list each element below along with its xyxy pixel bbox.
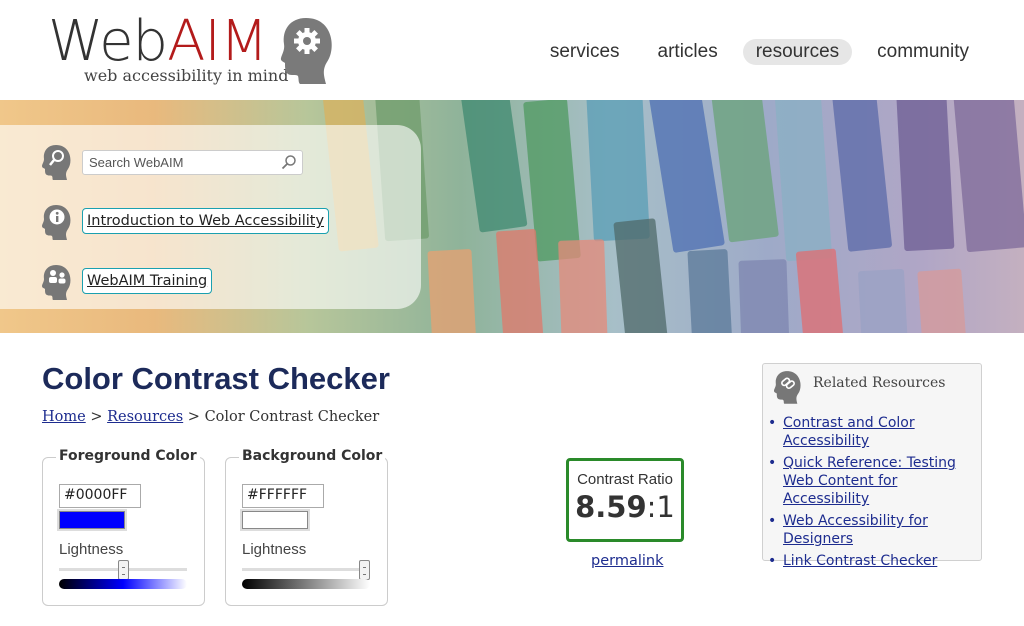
banner-book: [895, 100, 955, 252]
list-item: Contrast and Color Accessibility: [768, 414, 978, 450]
nav-articles[interactable]: articles: [645, 39, 731, 65]
hero-banner: Search WebAIM Introduction to Web Access…: [0, 100, 1024, 333]
related-resources-list: Contrast and Color Accessibility Quick R…: [768, 414, 978, 574]
banner-book: [857, 268, 909, 333]
foreground-hex-input[interactable]: #0000FF: [59, 484, 141, 508]
banner-book: [738, 259, 790, 333]
contrast-ratio-box: Contrast Ratio 8.59:1: [566, 458, 684, 542]
breadcrumb-separator: >: [187, 409, 200, 425]
search-input[interactable]: Search WebAIM: [82, 150, 303, 175]
banner-book: [613, 218, 669, 333]
foreground-lightness-label: Lightness: [59, 541, 124, 558]
nav-resources[interactable]: resources: [742, 39, 853, 65]
background-lightness-label: Lightness: [242, 541, 307, 558]
related-link[interactable]: Link Contrast Checker: [783, 553, 937, 569]
page-title: Color Contrast Checker: [42, 361, 390, 396]
list-item: Link Contrast Checker: [768, 552, 978, 570]
info-head-icon: [42, 205, 71, 240]
related-resources: Related Resources Contrast and Color Acc…: [762, 363, 982, 570]
banner-book: [647, 100, 725, 254]
breadcrumb-home[interactable]: Home: [42, 409, 86, 425]
logo-aim: AIM: [167, 9, 268, 74]
banner-book: [460, 100, 528, 233]
search-head-icon: [42, 145, 71, 180]
link-head-icon: [774, 371, 801, 404]
head-gear-icon: [280, 18, 332, 84]
foreground-lightness-slider[interactable]: [117, 560, 129, 580]
intro-link[interactable]: Introduction to Web Accessibility: [82, 208, 330, 234]
nav-services[interactable]: services: [537, 39, 633, 65]
contrast-ratio-number: 8.59: [575, 490, 647, 524]
background-hex-input[interactable]: #FFFFFF: [242, 484, 324, 508]
breadcrumb-current: Color Contrast Checker: [204, 409, 380, 425]
training-link[interactable]: WebAIM Training: [82, 268, 213, 294]
search-icon[interactable]: [281, 154, 297, 170]
related-link[interactable]: Web Accessibility for Designers: [783, 513, 928, 547]
banner-book: [558, 239, 608, 333]
webaim-logo[interactable]: WebAIM web accessibility in mind: [48, 10, 348, 90]
contrast-ratio-suffix: :1: [646, 490, 675, 524]
banner-book: [953, 100, 1024, 253]
foreground-fieldset: Foreground Color #0000FF Lightness: [42, 448, 205, 606]
banner-book: [687, 249, 733, 333]
list-item: Web Accessibility for Designers: [768, 512, 978, 548]
breadcrumb-separator: >: [90, 409, 103, 425]
banner-book: [427, 248, 477, 333]
background-lightness-slider[interactable]: [359, 560, 370, 580]
foreground-color-picker[interactable]: [57, 509, 127, 531]
contrast-ratio-value: 8.59:1: [569, 490, 681, 524]
background-slider-track[interactable]: [242, 568, 370, 571]
logo-wordmark: WebAIM: [48, 9, 268, 74]
nav-community[interactable]: community: [864, 39, 982, 65]
permalink-link[interactable]: permalink: [591, 553, 664, 569]
banner-book: [773, 100, 833, 262]
related-link[interactable]: Contrast and Color Accessibility: [783, 415, 915, 449]
main-nav: services articles resources community: [537, 39, 982, 65]
training-head-icon: [42, 265, 71, 300]
banner-book: [795, 248, 845, 333]
foreground-lightness-gradient: [59, 579, 187, 589]
site-header: WebAIM web accessibility in mind service…: [0, 0, 1024, 100]
background-lightness-gradient: [242, 579, 370, 589]
foreground-legend: Foreground Color: [56, 448, 200, 464]
background-fieldset: Background Color #FFFFFF Lightness: [225, 448, 388, 606]
background-legend: Background Color: [239, 448, 386, 464]
breadcrumb: Home > Resources > Color Contrast Checke…: [42, 409, 379, 425]
breadcrumb-resources[interactable]: Resources: [107, 409, 183, 425]
banner-book: [495, 228, 545, 333]
contrast-ratio-label: Contrast Ratio: [577, 471, 673, 488]
banner-book: [831, 100, 893, 252]
list-item: Quick Reference: Testing Web Content for…: [768, 454, 978, 508]
background-color-picker[interactable]: [240, 509, 310, 531]
related-link[interactable]: Quick Reference: Testing Web Content for…: [783, 455, 956, 507]
logo-web: Web: [48, 9, 168, 74]
related-resources-title: Related Resources: [813, 375, 946, 391]
logo-tagline: web accessibility in mind: [84, 66, 289, 85]
banner-book: [917, 268, 967, 333]
